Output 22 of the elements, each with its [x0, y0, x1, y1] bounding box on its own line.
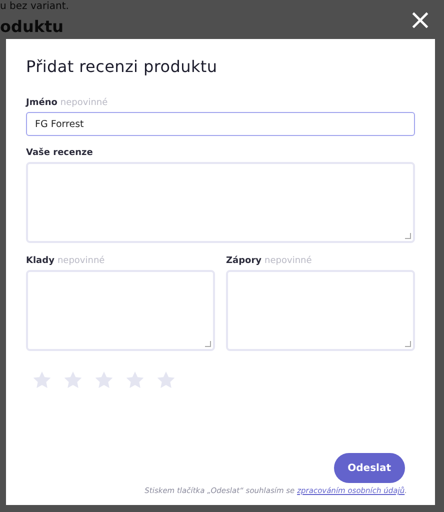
star-icon[interactable] — [125, 370, 145, 390]
field-label: Klady — [26, 256, 54, 266]
page-text: u bez variant. — [0, 1, 70, 12]
cons-textarea[interactable] — [226, 270, 415, 351]
page-heading: oduktu — [0, 17, 64, 36]
field-label: Jméno — [26, 98, 58, 108]
dialog-title: Přidat recenzi produktu — [26, 57, 218, 76]
star-icon[interactable] — [94, 370, 114, 390]
review-textarea[interactable] — [26, 162, 415, 243]
optional-hint: nepovinné — [264, 256, 312, 266]
field-label: Vaše recenze — [26, 148, 93, 158]
star-rating[interactable] — [32, 370, 176, 390]
star-icon[interactable] — [32, 370, 52, 390]
field-label: Zápory — [226, 256, 262, 266]
name-field[interactable]: FG Forrest — [26, 112, 415, 136]
optional-hint: nepovinné — [57, 256, 105, 266]
optional-hint: nepovinné — [60, 98, 108, 108]
submit-button[interactable]: Odeslat — [334, 453, 405, 483]
pros-textarea[interactable] — [26, 270, 215, 351]
star-icon[interactable] — [156, 370, 176, 390]
star-icon[interactable] — [63, 370, 83, 390]
close-button[interactable]: × — [406, 6, 434, 34]
